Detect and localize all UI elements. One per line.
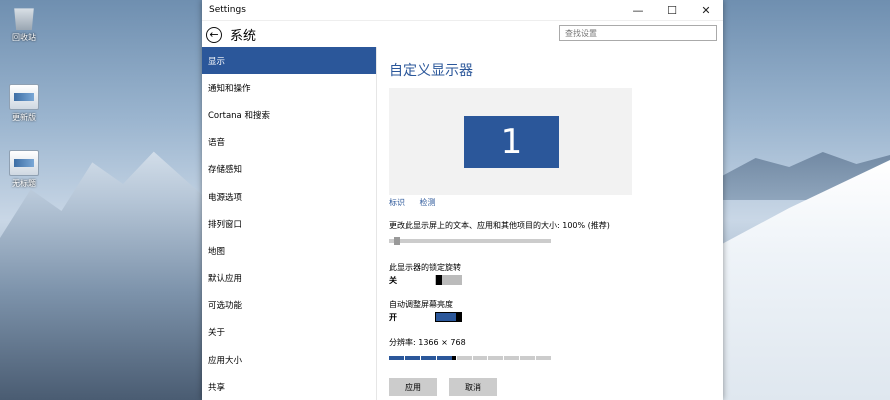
search-input[interactable]: 查找设置 bbox=[559, 25, 717, 41]
nav-item-default-apps[interactable]: 默认应用 bbox=[202, 265, 376, 292]
resolution-step bbox=[420, 356, 436, 360]
page-title: 系统 bbox=[230, 29, 257, 44]
window-title: Settings bbox=[209, 5, 246, 15]
settings-window: Settings — ☐ ✕ ← 系统 查找设置 显示 通知和操作 Cortan… bbox=[202, 0, 723, 400]
resolution-step bbox=[504, 356, 520, 360]
desktop-icon-label: 回收站 bbox=[12, 33, 36, 42]
resolution-step bbox=[472, 356, 488, 360]
resolution-slider[interactable] bbox=[389, 356, 552, 360]
scale-slider[interactable] bbox=[389, 237, 551, 245]
resolution-step bbox=[436, 356, 456, 360]
auto-brightness-toggle[interactable] bbox=[435, 312, 462, 322]
resolution-step bbox=[456, 356, 472, 360]
desktop-file-icon[interactable]: 更新版 bbox=[2, 84, 46, 123]
auto-brightness-state: 开 bbox=[389, 313, 397, 322]
display-preview: 1 bbox=[389, 88, 632, 195]
resolution-step bbox=[389, 356, 404, 360]
nav-item-share[interactable]: 共享 bbox=[202, 373, 376, 400]
nav-item-display[interactable]: 显示 bbox=[202, 47, 376, 75]
resolution-step bbox=[404, 356, 420, 360]
close-button[interactable]: ✕ bbox=[689, 0, 723, 20]
recycle-bin-icon[interactable]: 回收站 bbox=[2, 6, 46, 43]
resolution-step bbox=[488, 356, 504, 360]
monitor-1-tile[interactable]: 1 bbox=[464, 116, 559, 168]
display-settings-panel: 自定义显示器 1 标识 检测 更改此显示屏上的文本、应用和其他项目的大小: 10… bbox=[377, 47, 723, 400]
rotation-lock-state: 关 bbox=[389, 276, 397, 285]
desktop-icon-label: 无标题 bbox=[12, 179, 36, 188]
apply-button[interactable]: 应用 bbox=[389, 378, 437, 396]
nav-item-cortana[interactable]: Cortana 和搜索 bbox=[202, 101, 376, 128]
nav-item-maps[interactable]: 地图 bbox=[202, 237, 376, 264]
nav-item-speech[interactable]: 语音 bbox=[202, 129, 376, 156]
cancel-button[interactable]: 取消 bbox=[449, 378, 497, 396]
desktop-icon-label: 更新版 bbox=[12, 113, 36, 122]
page-header: ← 系统 查找设置 bbox=[202, 21, 723, 48]
rotation-lock-toggle[interactable] bbox=[435, 275, 462, 285]
nav-item-storage[interactable]: 存储感知 bbox=[202, 156, 376, 183]
nav-item-app-sizes[interactable]: 应用大小 bbox=[202, 346, 376, 373]
resolution-label: 分辨率: 1366 × 768 bbox=[389, 338, 466, 347]
nav-item-power[interactable]: 电源选项 bbox=[202, 183, 376, 210]
minimize-button[interactable]: — bbox=[621, 0, 655, 20]
recycle-bin-glyph bbox=[14, 8, 34, 30]
image-file-glyph bbox=[9, 84, 39, 110]
detect-link[interactable]: 检测 bbox=[420, 198, 436, 207]
desktop-file-icon[interactable]: 无标题 bbox=[2, 150, 46, 189]
scale-label: 更改此显示屏上的文本、应用和其他项目的大小: 100% (推荐) bbox=[389, 221, 610, 230]
auto-brightness-label: 自动调整屏幕亮度 bbox=[389, 300, 453, 309]
title-bar[interactable]: Settings — ☐ ✕ bbox=[202, 0, 723, 21]
resolution-step bbox=[536, 356, 552, 360]
nav-item-optional-features[interactable]: 可选功能 bbox=[202, 292, 376, 319]
toggle-knob bbox=[436, 275, 442, 285]
image-file-glyph bbox=[9, 150, 39, 176]
rotation-lock-label: 此显示器的锁定旋转 bbox=[389, 263, 461, 272]
scale-slider-thumb[interactable] bbox=[393, 237, 400, 245]
toggle-knob bbox=[456, 312, 462, 322]
preview-links: 标识 检测 bbox=[389, 197, 448, 208]
settings-nav: 显示 通知和操作 Cortana 和搜索 语音 存储感知 电源选项 排列窗口 地… bbox=[202, 47, 377, 400]
identify-link[interactable]: 标识 bbox=[389, 198, 405, 207]
resolution-step bbox=[520, 356, 536, 360]
nav-item-notifications[interactable]: 通知和操作 bbox=[202, 74, 376, 101]
nav-item-about[interactable]: 关于 bbox=[202, 319, 376, 346]
nav-item-multitasking[interactable]: 排列窗口 bbox=[202, 210, 376, 237]
back-arrow-icon[interactable]: ← bbox=[206, 26, 222, 43]
section-title: 自定义显示器 bbox=[389, 63, 473, 79]
maximize-button[interactable]: ☐ bbox=[655, 0, 689, 20]
